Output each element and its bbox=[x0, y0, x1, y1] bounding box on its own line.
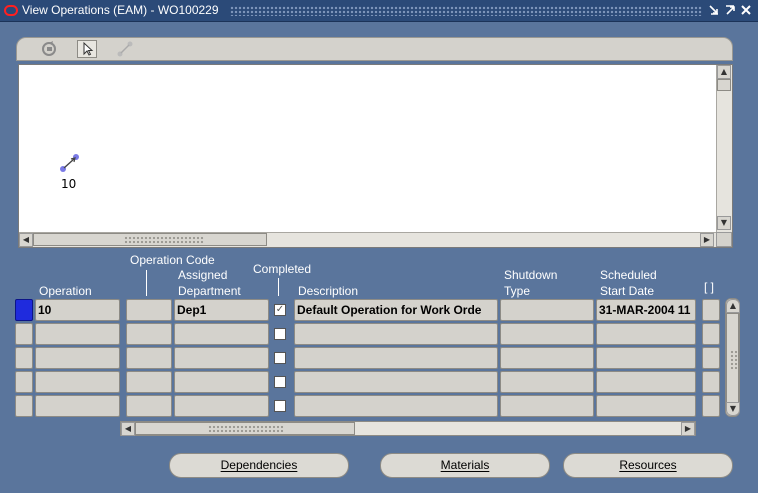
scroll-left-icon[interactable]: ◀ bbox=[19, 233, 33, 247]
scheduled-start-cell[interactable] bbox=[596, 395, 696, 417]
header-extra-folder[interactable]: [ ] bbox=[704, 279, 714, 295]
oracle-logo-icon bbox=[4, 5, 18, 16]
shutdown-type-cell[interactable] bbox=[500, 395, 594, 417]
operation-code-cell[interactable] bbox=[126, 347, 172, 369]
refresh-icon[interactable] bbox=[39, 40, 59, 58]
header-scheduled-line2: Start Date bbox=[600, 284, 655, 298]
shutdown-type-cell[interactable] bbox=[500, 347, 594, 369]
header-assigned-line1: Assigned bbox=[178, 268, 228, 282]
scheduled-start-cell[interactable]: 31-MAR-2004 11 bbox=[596, 299, 696, 321]
select-pointer-icon[interactable] bbox=[77, 40, 97, 58]
materials-button[interactable]: Materials bbox=[380, 453, 550, 478]
table-vertical-scroll-thumb[interactable] bbox=[726, 313, 739, 403]
operation-code-cell[interactable] bbox=[126, 323, 172, 345]
description-cell[interactable] bbox=[294, 347, 498, 369]
canvas-vertical-scroll-thumb[interactable] bbox=[717, 79, 731, 91]
operation-cell[interactable] bbox=[35, 347, 120, 369]
extra-cell[interactable] bbox=[702, 323, 720, 345]
description-cell[interactable]: Default Operation for Work Orde bbox=[294, 299, 498, 321]
shutdown-type-cell[interactable] bbox=[500, 371, 594, 393]
extra-cell[interactable] bbox=[702, 371, 720, 393]
description-cell[interactable] bbox=[294, 323, 498, 345]
operation-cell[interactable] bbox=[35, 395, 120, 417]
close-icon[interactable] bbox=[739, 3, 753, 19]
department-cell[interactable] bbox=[174, 323, 269, 345]
row-selector[interactable] bbox=[15, 395, 33, 417]
header-shutdown-line2: Type bbox=[504, 284, 531, 298]
scroll-down-icon[interactable]: ▼ bbox=[717, 216, 731, 230]
description-cell[interactable] bbox=[294, 371, 498, 393]
operation-cell[interactable] bbox=[35, 323, 120, 345]
dependency-diagram-canvas[interactable]: ▲ ▼ ◀ ▶ 10 bbox=[18, 64, 733, 248]
header-description: Description bbox=[298, 284, 359, 298]
department-cell[interactable] bbox=[174, 371, 269, 393]
scheduled-start-cell[interactable] bbox=[596, 323, 696, 345]
table-scroll-up-icon[interactable]: ▲ bbox=[726, 299, 740, 313]
header-shutdown-line1: Shutdown bbox=[504, 268, 558, 282]
header-scheduled-line1: Scheduled bbox=[600, 268, 657, 282]
operation-node-label: 10 bbox=[61, 177, 77, 191]
diagram-toolbar bbox=[16, 37, 733, 61]
header-completed: Completed bbox=[253, 262, 312, 276]
scroll-thumb-grip bbox=[730, 350, 738, 370]
table-scroll-down-icon[interactable]: ▼ bbox=[726, 402, 740, 416]
extra-cell[interactable] bbox=[702, 347, 720, 369]
operation-code-cell[interactable] bbox=[126, 371, 172, 393]
extra-cell[interactable] bbox=[702, 395, 720, 417]
completed-checkbox[interactable] bbox=[274, 328, 286, 340]
scroll-corner bbox=[716, 232, 732, 247]
row-selector[interactable] bbox=[15, 299, 33, 321]
table-scroll-right-icon[interactable]: ▶ bbox=[681, 422, 695, 436]
extra-cell[interactable] bbox=[702, 299, 720, 321]
header-operation: Operation bbox=[39, 284, 92, 298]
operation-cell[interactable]: 10 bbox=[35, 299, 120, 321]
row-selector[interactable] bbox=[15, 371, 33, 393]
scroll-thumb-grip bbox=[124, 236, 204, 244]
header-separator bbox=[278, 278, 279, 296]
row-selector[interactable] bbox=[15, 323, 33, 345]
canvas-horizontal-scroll-thumb[interactable] bbox=[33, 233, 267, 246]
operation-code-cell[interactable] bbox=[126, 299, 172, 321]
operation-code-cell[interactable] bbox=[126, 395, 172, 417]
header-operation-code: Operation Code bbox=[130, 253, 215, 267]
window-title: View Operations (EAM) - WO100229 bbox=[22, 3, 219, 17]
operation-cell[interactable] bbox=[35, 371, 120, 393]
operation-node-icon[interactable] bbox=[59, 153, 81, 173]
shutdown-type-cell[interactable] bbox=[500, 323, 594, 345]
table-vertical-scrollbar[interactable]: ▲ ▼ bbox=[725, 298, 740, 417]
scheduled-start-cell[interactable] bbox=[596, 371, 696, 393]
header-separator bbox=[146, 270, 147, 296]
resources-button-label: Resources bbox=[619, 458, 677, 472]
scroll-right-icon[interactable]: ▶ bbox=[700, 233, 714, 247]
department-cell[interactable] bbox=[174, 395, 269, 417]
header-assigned-line2: Department bbox=[178, 284, 241, 298]
shutdown-type-cell[interactable] bbox=[500, 299, 594, 321]
table-scroll-left-icon[interactable]: ◀ bbox=[121, 422, 135, 436]
link-dependency-icon[interactable] bbox=[115, 40, 135, 58]
scheduled-start-cell[interactable] bbox=[596, 347, 696, 369]
completed-checkbox[interactable] bbox=[274, 400, 286, 412]
canvas-vertical-scrollbar[interactable]: ▲ ▼ bbox=[716, 65, 732, 232]
window-title-bar: View Operations (EAM) - WO100229 bbox=[0, 0, 758, 22]
minimize-icon[interactable] bbox=[707, 3, 721, 19]
resources-button[interactable]: Resources bbox=[563, 453, 733, 478]
row-selector[interactable] bbox=[15, 347, 33, 369]
department-cell[interactable] bbox=[174, 347, 269, 369]
department-cell[interactable]: Dep1 bbox=[174, 299, 269, 321]
title-bar-grip bbox=[230, 6, 702, 16]
completed-checkbox[interactable]: ✓ bbox=[274, 304, 286, 316]
completed-checkbox[interactable] bbox=[274, 376, 286, 388]
description-cell[interactable] bbox=[294, 395, 498, 417]
table-horizontal-scrollbar[interactable]: ◀ ▶ bbox=[120, 421, 696, 436]
scroll-up-icon[interactable]: ▲ bbox=[717, 65, 731, 79]
materials-button-label: Materials bbox=[440, 458, 490, 472]
table-horizontal-scroll-thumb[interactable] bbox=[135, 422, 355, 435]
maximize-icon[interactable] bbox=[723, 3, 737, 19]
canvas-horizontal-scrollbar[interactable]: ◀ ▶ bbox=[19, 232, 716, 247]
dependencies-button-label: Dependencies bbox=[220, 458, 298, 472]
scroll-thumb-grip bbox=[208, 425, 284, 433]
completed-checkbox[interactable] bbox=[274, 352, 286, 364]
dependencies-button[interactable]: Dependencies bbox=[169, 453, 349, 478]
